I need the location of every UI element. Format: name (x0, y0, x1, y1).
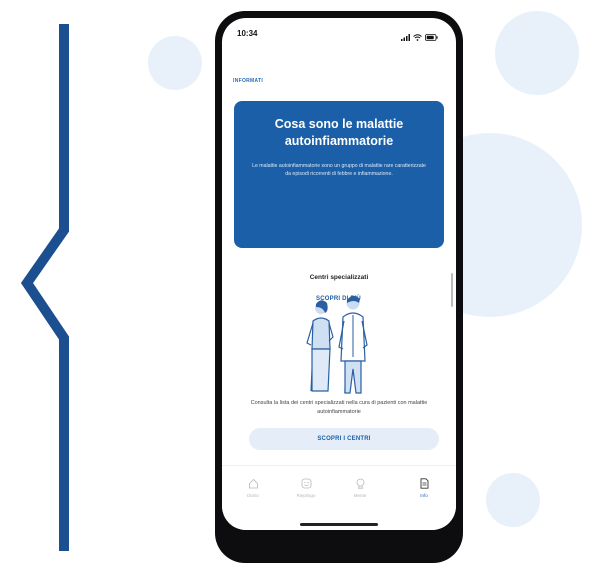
smiley-icon (301, 478, 311, 489)
tab-riepilogo[interactable]: Riepilogo (286, 478, 326, 498)
tab-bar: Diario Riepilogo Mente Info (222, 465, 456, 530)
decorative-bubble-bottom-right (486, 473, 540, 527)
info-card-title: Cosa sono le malattie autoinfiammatorie (274, 117, 404, 148)
phone-frame: 10:34 INFORMATI Cosa sono le malattie au… (215, 11, 463, 563)
decorative-bracket-line (20, 24, 69, 551)
centers-description: Consulta la lista dei centri specializza… (250, 400, 428, 415)
tab-info[interactable]: Info (404, 478, 444, 498)
home-icon (248, 478, 258, 489)
status-bar: 10:34 (222, 18, 456, 48)
brain-icon (356, 478, 364, 489)
scrollbar[interactable] (451, 273, 453, 307)
tab-label: Riepilogo (296, 493, 316, 498)
tab-diario[interactable]: Diario (233, 478, 273, 498)
signal-icon (401, 28, 410, 46)
doctors-illustration (306, 295, 368, 394)
home-indicator (300, 523, 378, 526)
tab-label: Diario (247, 493, 259, 498)
centers-title: Centri specializzati (309, 274, 369, 281)
tab-mente[interactable]: Mente (340, 478, 380, 498)
wifi-icon (413, 28, 422, 46)
document-icon (420, 478, 428, 489)
status-icons (401, 28, 438, 46)
section-label: INFORMATI (233, 78, 264, 84)
phone-screen: 10:34 INFORMATI Cosa sono le malattie au… (222, 18, 456, 530)
discover-centers-button[interactable]: SCOPRI I CENTRI (249, 428, 439, 450)
decorative-bubble-top-right (495, 11, 579, 95)
info-card: Cosa sono le malattie autoinfiammatorie … (234, 101, 444, 310)
tab-label: Mente (353, 493, 367, 498)
decorative-bubble-small-left (148, 36, 202, 90)
status-time: 10:34 (237, 29, 258, 38)
battery-icon (425, 28, 438, 46)
tab-label: Info (420, 493, 428, 498)
info-card-description: Le malattie autoinfiammatorie sono un gr… (252, 163, 426, 177)
